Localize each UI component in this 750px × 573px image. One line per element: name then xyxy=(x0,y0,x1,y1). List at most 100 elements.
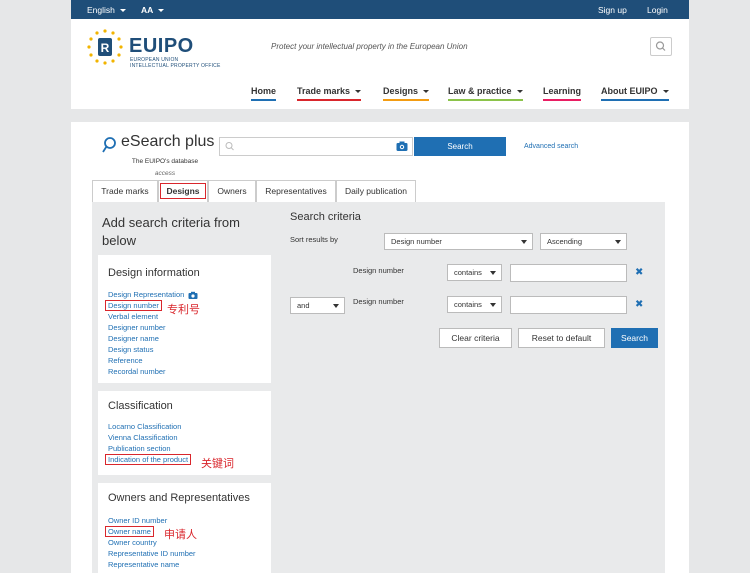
header-search-button[interactable] xyxy=(650,37,672,56)
criteria-title: Search criteria xyxy=(290,211,361,223)
esearch-subtitle-line2: access xyxy=(154,170,176,177)
row1-remove-icon[interactable]: ✖ xyxy=(635,267,643,278)
row2-remove-icon[interactable]: ✖ xyxy=(635,299,643,310)
link-publication-section[interactable]: Publication section xyxy=(108,444,171,453)
esearch-subtitle: The EUIPO's database access xyxy=(125,156,205,180)
criteria-search-button[interactable]: Search xyxy=(611,328,658,348)
nav-home[interactable]: Home xyxy=(251,86,277,101)
criteria-sidebar: Add search criteria from below Design in… xyxy=(92,202,277,573)
nav-label: About EUIPO xyxy=(601,86,658,96)
euipo-logo-icon[interactable]: R xyxy=(85,27,125,67)
select-value: and xyxy=(297,301,310,310)
site-header: R EUIPO EUROPEAN UNION INTELLECTUAL PROP… xyxy=(71,19,689,109)
sort-order-select[interactable]: Ascending xyxy=(540,233,627,250)
link-recordal-number[interactable]: Recordal number xyxy=(108,367,166,376)
nav-label: Designs xyxy=(383,86,419,96)
row2-conjunction-select[interactable]: and xyxy=(290,297,345,314)
row2-value-input[interactable] xyxy=(510,296,627,314)
nav-label: Home xyxy=(251,86,277,96)
select-value: Design number xyxy=(391,237,442,246)
chevron-down-icon xyxy=(521,240,527,244)
link-designer-name[interactable]: Designer name xyxy=(108,334,159,343)
link-representative-name[interactable]: Representative name xyxy=(108,560,179,569)
link-designer-number[interactable]: Designer number xyxy=(108,323,166,332)
top-bar: English AA Sign up Login xyxy=(71,0,689,19)
link-indication-of-product[interactable]: Indication of the product xyxy=(105,454,192,465)
row1-value-input[interactable] xyxy=(510,264,627,282)
section-owners-representatives: Owners and Representatives Owner ID numb… xyxy=(98,483,271,573)
select-value: contains xyxy=(454,300,482,309)
sort-label: Sort results by xyxy=(290,235,338,244)
tagline: Protect your intellectual property in th… xyxy=(271,42,468,51)
annotation-indication: 关键词 xyxy=(201,458,234,470)
link-reference[interactable]: Reference xyxy=(108,356,143,365)
link-verbal-element[interactable]: Verbal element xyxy=(108,312,158,321)
language-label: English xyxy=(87,5,115,15)
tab-daily-publication[interactable]: Daily publication xyxy=(336,180,416,202)
main-content: eSearch plus The EUIPO's database access… xyxy=(71,122,689,573)
row1-operator-select[interactable]: contains xyxy=(447,264,502,281)
link-owner-name[interactable]: Owner name xyxy=(105,526,154,537)
language-selector[interactable]: English xyxy=(87,5,126,15)
search-icon xyxy=(655,41,666,51)
font-size-label: AA xyxy=(141,5,154,15)
logo-subtitle-line2: INTELLECTUAL PROPERTY OFFICE xyxy=(130,63,221,69)
nav-label: Trade marks xyxy=(297,86,351,96)
section-design-information: Design information Design Representation… xyxy=(98,255,271,383)
nav-law-practice[interactable]: Law & practice xyxy=(448,86,523,101)
tab-owners[interactable]: Owners xyxy=(208,180,256,202)
link-vienna[interactable]: Vienna Classification xyxy=(108,433,178,442)
tab-designs[interactable]: Designs xyxy=(158,180,208,202)
search-icon xyxy=(225,142,234,151)
row2-operator-select[interactable]: contains xyxy=(447,296,502,313)
nav-learning[interactable]: Learning xyxy=(543,86,582,101)
sort-field-select[interactable]: Design number xyxy=(384,233,533,250)
row2-label: Design number xyxy=(353,297,404,306)
nav-about[interactable]: About EUIPO xyxy=(601,86,669,101)
chevron-down-icon xyxy=(615,240,621,244)
link-label: Owner name xyxy=(105,526,154,537)
camera-icon xyxy=(188,291,198,300)
section-classification: Classification Locarno Classification Vi… xyxy=(98,391,271,475)
link-representative-id[interactable]: Representative ID number xyxy=(108,549,196,558)
esearch-title: eSearch plus xyxy=(121,133,215,150)
link-design-status[interactable]: Design status xyxy=(108,345,153,354)
chevron-down-icon xyxy=(490,271,496,275)
main-search-input[interactable] xyxy=(219,137,413,156)
tab-label: Owners xyxy=(217,186,247,196)
login-link[interactable]: Login xyxy=(647,5,668,15)
advanced-search-link[interactable]: Advanced search xyxy=(524,143,578,150)
link-design-representation[interactable]: Design Representation xyxy=(108,290,198,300)
chevron-down-icon xyxy=(423,90,430,94)
font-size-selector[interactable]: AA xyxy=(141,5,165,15)
row1-label: Design number xyxy=(353,266,404,275)
tab-trade-marks[interactable]: Trade marks xyxy=(92,180,158,202)
nav-trade-marks[interactable]: Trade marks xyxy=(297,86,362,101)
camera-icon[interactable] xyxy=(395,138,409,155)
select-value: Ascending xyxy=(547,237,583,246)
nav-label: Law & practice xyxy=(448,86,512,96)
logo-subtitle: EUROPEAN UNION INTELLECTUAL PROPERTY OFF… xyxy=(130,57,221,69)
tab-label: Designs xyxy=(160,183,206,199)
annotation-owner-name: 申请人 xyxy=(164,529,197,541)
reset-default-button[interactable]: Reset to default xyxy=(518,328,605,348)
link-locarno[interactable]: Locarno Classification xyxy=(108,422,181,431)
section-title: Classification xyxy=(108,400,173,412)
link-owner-id[interactable]: Owner ID number xyxy=(108,516,167,525)
chevron-down-icon xyxy=(490,303,496,307)
link-label: Design number xyxy=(105,300,162,311)
criteria-panel: Search criteria Sort results by Design n… xyxy=(277,202,665,573)
link-owner-country[interactable]: Owner country xyxy=(108,538,157,547)
nav-designs[interactable]: Designs xyxy=(383,86,430,101)
section-title: Design information xyxy=(108,267,200,279)
clear-criteria-button[interactable]: Clear criteria xyxy=(439,328,512,348)
chevron-down-icon xyxy=(662,90,669,94)
link-design-number[interactable]: Design number xyxy=(105,300,162,311)
tab-label: Representatives xyxy=(265,186,327,196)
signup-link[interactable]: Sign up xyxy=(598,5,627,15)
nav-label: Learning xyxy=(543,86,582,96)
tab-representatives[interactable]: Representatives xyxy=(256,180,336,202)
sidebar-heading: Add search criteria from below xyxy=(102,215,240,248)
chevron-down-icon xyxy=(119,9,126,13)
search-button[interactable]: Search xyxy=(414,137,506,156)
